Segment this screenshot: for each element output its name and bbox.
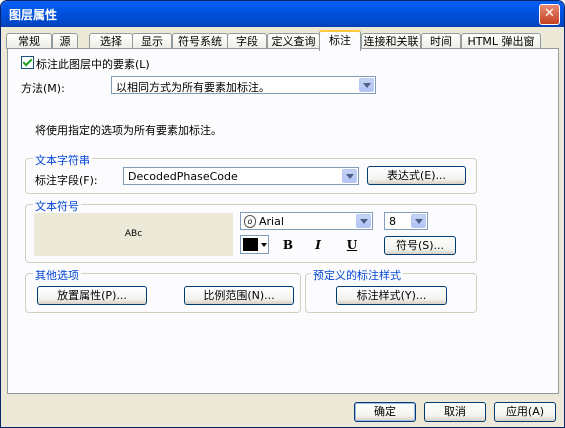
title-bar: 图层属性 ✕ <box>1 1 564 27</box>
scale-range-button[interactable]: 比例范围(N)... <box>184 286 294 305</box>
info-text: 将使用指定的选项为所有要素加标注。 <box>35 124 222 137</box>
label-styles-button[interactable]: 标注样式(Y)... <box>336 286 447 305</box>
label-features-checkbox-label: 标注此图层中的要素(L) <box>36 58 150 71</box>
cancel-button[interactable]: 取消 <box>424 402 486 422</box>
placement-properties-button[interactable]: 放置属性(P)... <box>37 286 147 305</box>
close-button[interactable]: ✕ <box>539 4 560 25</box>
ok-button[interactable]: 确定 <box>354 402 416 422</box>
tab-labels[interactable]: 标注 <box>319 30 361 51</box>
apply-button[interactable]: 应用(A) <box>494 402 556 422</box>
font-size-value: 8 <box>389 215 396 228</box>
color-swatch <box>243 238 258 251</box>
symbol-button[interactable]: 符号(S)... <box>384 236 456 255</box>
font-dropdown[interactable]: o Arial <box>240 212 373 230</box>
other-options-group-title: 其他选项 <box>33 267 81 283</box>
window-title: 图层属性 <box>9 8 58 22</box>
text-string-group-title: 文本字符串 <box>33 152 92 168</box>
font-name: Arial <box>259 215 284 228</box>
tab-source[interactable]: 源 <box>52 33 78 49</box>
chevron-down-icon <box>342 169 357 183</box>
layer-properties-dialog: 图层属性 ✕ 常规 源 选择 显示 符号系统 字段 定义查询 标注 连接和关联 … <box>0 0 565 428</box>
opentype-font-icon: o <box>244 215 256 228</box>
tab-selection[interactable]: 选择 <box>89 33 133 49</box>
label-field-dropdown[interactable]: DecodedPhaseCode <box>123 167 359 185</box>
method-dropdown[interactable]: 以相同方式为所有要素加标注。 <box>111 76 376 94</box>
tab-symbology[interactable]: 符号系统 <box>172 33 228 49</box>
label-field-label: 标注字段(F): <box>35 174 98 187</box>
expression-button[interactable]: 表达式(E)... <box>367 166 466 185</box>
tab-display[interactable]: 显示 <box>132 33 172 49</box>
chevron-down-icon <box>359 78 374 92</box>
bold-button[interactable]: B <box>278 237 298 253</box>
label-features-checkbox[interactable] <box>21 56 34 69</box>
predefined-label-style-group-title: 预定义的标注样式 <box>311 267 403 283</box>
method-label: 方法(M): <box>21 82 65 95</box>
label-field-value: DecodedPhaseCode <box>128 170 238 183</box>
color-picker[interactable] <box>240 235 269 254</box>
tab-definition-query[interactable]: 定义查询 <box>267 33 320 49</box>
font-size-dropdown[interactable]: 8 <box>384 212 428 230</box>
text-symbol-group-title: 文本符号 <box>33 198 81 214</box>
method-value: 以相同方式为所有要素加标注。 <box>116 81 270 94</box>
symbol-preview: ABc <box>34 213 233 256</box>
italic-button[interactable]: I <box>308 237 328 253</box>
underline-button[interactable]: U <box>342 237 362 253</box>
tab-joins-relates[interactable]: 连接和关联 <box>361 33 421 49</box>
tab-fields[interactable]: 字段 <box>227 33 267 49</box>
chevron-down-icon <box>261 243 267 247</box>
chevron-down-icon <box>356 214 371 228</box>
chevron-down-icon <box>411 214 426 228</box>
tab-general[interactable]: 常规 <box>6 33 52 49</box>
preview-text: ABc <box>124 229 143 239</box>
tab-html-popup[interactable]: HTML 弹出窗口 <box>461 33 541 63</box>
tab-time[interactable]: 时间 <box>421 33 461 49</box>
